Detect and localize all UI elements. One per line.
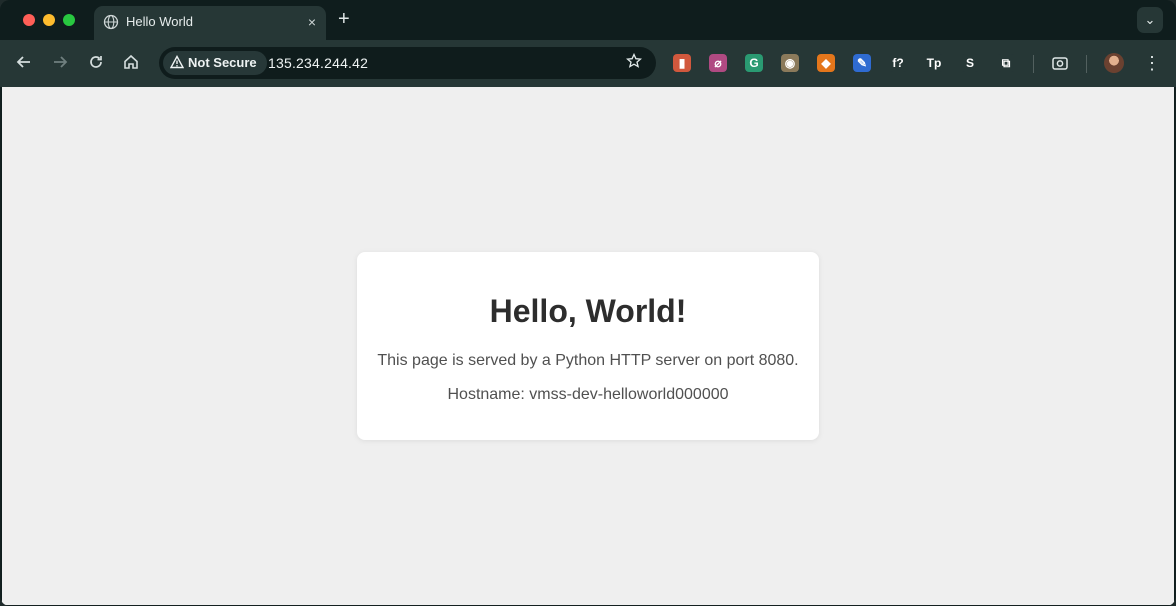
ext-fx-icon[interactable]: f? [889, 54, 907, 72]
ext-tp-icon[interactable]: Tp [925, 54, 943, 72]
hostname-text: Hostname: vmss-dev-helloworld000000 [447, 386, 729, 403]
extensions-puzzle-icon[interactable]: ⧉ [997, 54, 1015, 72]
arrow-left-icon [16, 56, 30, 68]
toolbar: Not Secure 135.234.244.42 ▮ ⌀ G ◉ ◆ ✎ f? Tp S ⧉ ⋮ [0, 40, 1176, 87]
grammarly-icon[interactable]: G [745, 54, 763, 72]
page-viewport: Hello, World! This page is served by a P… [1, 87, 1175, 605]
arrow-right-icon [54, 56, 68, 68]
toolbar-divider [1086, 55, 1087, 73]
address-bar[interactable]: Not Secure 135.234.244.42 [159, 47, 656, 79]
tab-hello-world[interactable]: Hello World × [94, 6, 326, 40]
window-maximize-button[interactable] [63, 14, 75, 26]
reload-icon [90, 56, 102, 68]
tab-strip: Hello World × + ⌄ [0, 0, 1176, 40]
tab-search-button[interactable]: ⌄ [1137, 7, 1163, 33]
window-close-button[interactable] [23, 14, 35, 26]
metamask-icon[interactable]: ◆ [817, 54, 835, 72]
ext-compass-icon[interactable]: ⌀ [709, 54, 727, 72]
bookmark-star-icon[interactable] [625, 52, 643, 75]
reload-button[interactable] [85, 53, 107, 75]
ext-glasses-icon[interactable]: ◉ [781, 54, 799, 72]
hello-card: Hello, World! This page is served by a P… [357, 252, 819, 440]
page-heading: Hello, World! [489, 293, 687, 329]
home-button[interactable] [120, 53, 142, 75]
camera-icon[interactable] [1051, 54, 1069, 72]
browser-menu-button[interactable]: ⋮ [1143, 53, 1161, 75]
profile-avatar[interactable] [1104, 53, 1124, 73]
security-chip-label: Not Secure [188, 55, 257, 70]
warning-icon [169, 55, 185, 73]
url-text[interactable]: 135.234.244.42 [268, 55, 368, 71]
ext-s-icon[interactable]: S [961, 54, 979, 72]
toolbar-divider [1033, 55, 1034, 73]
ext-red-icon[interactable]: ▮ [673, 54, 691, 72]
tab-close-icon[interactable]: × [308, 13, 316, 31]
tab-title: Hello World [126, 14, 193, 29]
globe-icon [103, 14, 119, 30]
forward-button[interactable] [49, 53, 71, 75]
security-chip[interactable]: Not Secure [163, 51, 267, 75]
server-info-text: This page is served by a Python HTTP ser… [377, 352, 799, 369]
window-minimize-button[interactable] [43, 14, 55, 26]
back-button[interactable] [13, 53, 35, 75]
browser-window: Hello World × + ⌄ Not Secure 135.234.244… [0, 0, 1176, 606]
home-icon [124, 54, 138, 69]
ext-pen-icon[interactable]: ✎ [853, 54, 871, 72]
new-tab-button[interactable]: + [338, 9, 350, 29]
